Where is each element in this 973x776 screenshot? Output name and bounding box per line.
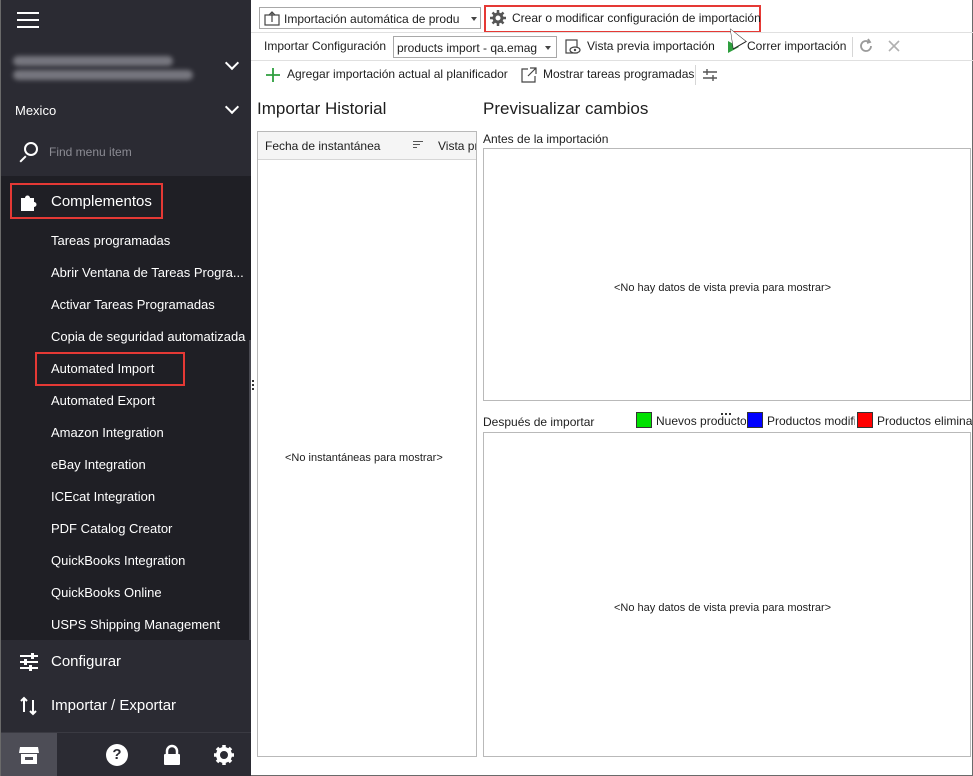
submenu-item-open-tasks-window[interactable]: Abrir Ventana de Tareas Progra... xyxy=(51,265,249,280)
store-icon xyxy=(19,747,39,764)
account-selector[interactable] xyxy=(1,40,252,92)
sidebar-item-configure[interactable]: Configurar xyxy=(1,640,252,684)
submenu-item-activate-tasks[interactable]: Activar Tareas Programadas xyxy=(51,297,249,312)
add-to-scheduler-button[interactable]: Agregar importación actual al planificad… xyxy=(263,64,515,86)
run-import-label: Correr importación xyxy=(747,39,847,53)
after-import-grid: <No hay datos de vista previa para mostr… xyxy=(483,432,971,757)
refresh-icon[interactable] xyxy=(858,38,874,54)
search-input[interactable] xyxy=(49,143,239,161)
submenu-item-automated-import[interactable]: Automated Import xyxy=(51,361,249,376)
before-import-grid: <No hay datos de vista previa para mostr… xyxy=(483,148,971,401)
sort-icon[interactable] xyxy=(413,141,423,151)
plus-icon xyxy=(266,68,280,82)
before-empty-message: <No hay datos de vista previa para mostr… xyxy=(614,282,832,294)
toolbar-divider xyxy=(852,37,853,57)
sidebar-item-label: Configurar xyxy=(51,653,122,670)
account-email-blurred xyxy=(13,56,173,66)
vertical-splitter-handle[interactable] xyxy=(252,380,255,392)
history-empty-message: <No instantáneas para mostrar> xyxy=(285,452,443,464)
legend-swatch-new xyxy=(636,412,652,428)
submenu-item-icecat[interactable]: ICEcat Integration xyxy=(51,489,249,504)
sidebar-item-label: Importar / Exportar xyxy=(51,697,177,714)
toolbar-row-3: Agregar importación actual al planificad… xyxy=(251,60,973,88)
legend-label-new: Nuevos productos xyxy=(656,414,746,428)
legend-label-deleted: Productos eliminados xyxy=(877,414,972,428)
dropdown-value: products import - qa.emag xyxy=(397,41,538,55)
addons-submenu: Tareas programadas Abrir Ventana de Tare… xyxy=(1,226,252,640)
import-export-arrows-icon xyxy=(20,696,37,716)
history-title: Importar Historial xyxy=(257,99,387,118)
horizontal-splitter-handle[interactable] xyxy=(721,404,733,415)
legend-swatch-deleted xyxy=(857,412,873,428)
submenu-item-quickbooks[interactable]: QuickBooks Integration xyxy=(51,553,249,568)
sidebar-item-import-export[interactable]: Importar / Exportar xyxy=(1,684,252,728)
store-button[interactable] xyxy=(1,733,57,776)
column-header-preview[interactable]: Vista previa xyxy=(438,139,476,153)
import-config-label: Importar Configuración xyxy=(264,39,387,53)
external-link-icon xyxy=(521,67,537,83)
after-import-label: Después de importar xyxy=(483,415,595,429)
submenu-item-quickbooks-online[interactable]: QuickBooks Online xyxy=(51,585,249,600)
after-empty-message: <No hay datos de vista previa para mostr… xyxy=(614,602,832,614)
submenu-item-pdf-catalog[interactable]: PDF Catalog Creator xyxy=(51,521,249,536)
preview-eye-icon xyxy=(565,39,581,54)
toolbar-options-icon[interactable] xyxy=(702,67,718,83)
puzzle-icon xyxy=(21,195,37,211)
import-config-dropdown[interactable]: products import - qa.emag xyxy=(393,36,557,58)
dropdown-value: Importación automática de produ xyxy=(284,12,460,26)
search-icon xyxy=(19,142,39,163)
sliders-icon xyxy=(20,653,38,671)
submenu-item-ebay[interactable]: eBay Integration xyxy=(51,457,249,472)
gear-icon[interactable] xyxy=(213,744,235,766)
submenu-item-usps[interactable]: USPS Shipping Management xyxy=(51,617,249,632)
sidebar: Mexico Complementos Tareas programadas A… xyxy=(0,0,252,776)
import-upload-icon xyxy=(264,11,280,26)
chevron-down-icon xyxy=(224,99,240,115)
add-to-scheduler-label: Agregar importación actual al planificad… xyxy=(287,67,508,81)
lock-icon[interactable] xyxy=(161,744,183,766)
chevron-down-icon xyxy=(545,46,551,50)
create-config-label: Crear o modificar configuración de impor… xyxy=(512,11,761,25)
gear-icon xyxy=(490,10,506,26)
show-scheduled-tasks-button[interactable]: Mostrar tareas programadas xyxy=(519,64,695,86)
sidebar-item-addons[interactable]: Complementos xyxy=(1,176,252,226)
sidebar-item-label: Complementos xyxy=(51,193,152,210)
preview-title: Previsualizar cambios xyxy=(483,99,649,118)
column-header-snapshot-date[interactable]: Fecha de instantánea xyxy=(265,139,380,153)
main-panel: Importación automática de produ Crear o … xyxy=(251,0,973,776)
toolbar-row-1: Importación automática de produ Crear o … xyxy=(251,4,973,33)
help-icon[interactable]: ? xyxy=(106,744,128,766)
preview-import-label: Vista previa importación xyxy=(587,39,715,53)
history-grid: Fecha de instantánea Vista previa <No in… xyxy=(257,131,477,757)
import-type-dropdown[interactable]: Importación automática de produ xyxy=(259,7,481,29)
submenu-item-scheduled-tasks[interactable]: Tareas programadas xyxy=(51,233,249,248)
history-grid-header: Fecha de instantánea Vista previa xyxy=(258,132,476,160)
preview-import-button[interactable]: Vista previa importación xyxy=(563,36,721,58)
before-import-label: Antes de la importación xyxy=(483,132,609,146)
legend-label-modified: Productos modificados xyxy=(767,414,855,428)
toolbar-row-2: Importar Configuración products import -… xyxy=(251,32,973,60)
account-url-blurred xyxy=(13,70,193,80)
create-config-button[interactable]: Crear o modificar configuración de impor… xyxy=(488,7,761,29)
submenu-item-automated-export[interactable]: Automated Export xyxy=(51,393,249,408)
submenu-item-backup[interactable]: Copia de seguridad automatizada xyxy=(51,329,249,344)
sidebar-bottom-bar: ? xyxy=(1,732,252,776)
close-icon[interactable] xyxy=(886,38,902,54)
menu-search xyxy=(1,130,252,174)
submenu-item-amazon[interactable]: Amazon Integration xyxy=(51,425,249,440)
toolbar-divider xyxy=(695,65,696,85)
chevron-down-icon xyxy=(471,17,477,21)
show-scheduled-tasks-label: Mostrar tareas programadas xyxy=(543,67,695,81)
legend-swatch-modified xyxy=(747,412,763,428)
hamburger-menu-icon[interactable] xyxy=(17,12,39,28)
store-name: Mexico xyxy=(15,103,57,118)
store-selector[interactable]: Mexico xyxy=(1,92,252,128)
chevron-down-icon xyxy=(224,55,240,71)
